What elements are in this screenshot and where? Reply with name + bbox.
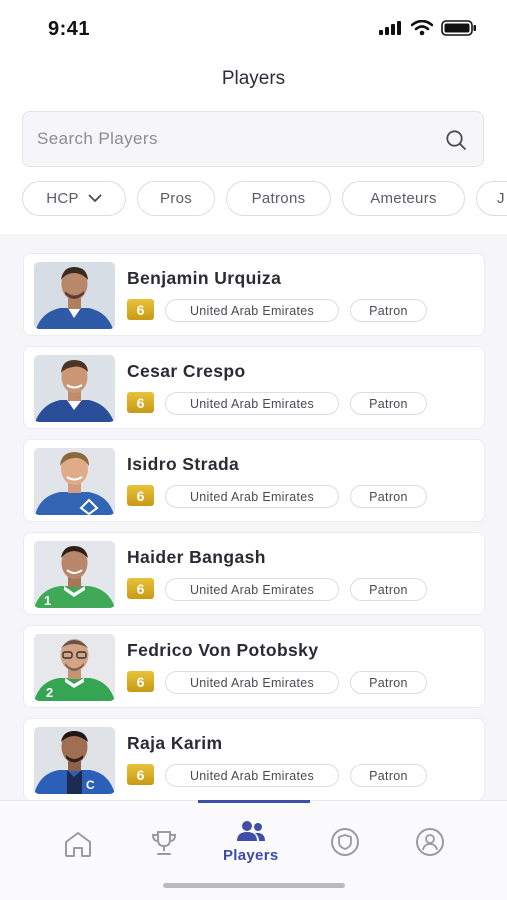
country-tag: United Arab Emirates bbox=[165, 764, 339, 787]
player-avatar bbox=[34, 448, 115, 515]
role-tag: Patron bbox=[350, 392, 427, 415]
handicap-badge: 6 bbox=[127, 671, 154, 692]
tab-home[interactable] bbox=[63, 830, 93, 858]
player-card[interactable]: Benjamin Urquiza 6 United Arab Emirates … bbox=[23, 253, 485, 336]
chip-label: Patrons bbox=[251, 190, 306, 207]
filter-chips: HCP Pros Patrons Ameteurs J bbox=[22, 181, 507, 217]
tab-profile[interactable] bbox=[414, 828, 446, 856]
search-box[interactable] bbox=[22, 111, 484, 167]
player-card[interactable]: Cesar Crespo 6 United Arab Emirates Patr… bbox=[23, 346, 485, 429]
player-name: Cesar Crespo bbox=[127, 361, 246, 381]
player-avatar: 2 bbox=[34, 634, 115, 701]
status-time: 9:41 bbox=[48, 18, 91, 40]
status-bar: 9:41 bbox=[0, 0, 507, 58]
role-tag: Patron bbox=[350, 671, 427, 694]
players-icon bbox=[236, 821, 265, 841]
player-card[interactable]: 2 Fedrico Von Potobsky 6 United Arab Emi… bbox=[23, 625, 485, 708]
player-avatar: 1 bbox=[34, 541, 115, 608]
status-icons bbox=[379, 20, 477, 36]
chip-label: Pros bbox=[159, 190, 193, 207]
wifi-icon bbox=[411, 20, 433, 36]
svg-text:1: 1 bbox=[44, 593, 51, 608]
svg-text:2: 2 bbox=[46, 685, 53, 700]
handicap-badge: 6 bbox=[127, 485, 154, 506]
player-avatar: C bbox=[34, 727, 115, 794]
handicap-badge: 6 bbox=[127, 764, 154, 785]
player-name: Isidro Strada bbox=[127, 454, 240, 474]
player-name: Fedrico Von Potobsky bbox=[127, 640, 319, 660]
handicap-badge: 6 bbox=[127, 578, 154, 599]
role-tag: Patron bbox=[350, 299, 427, 322]
tab-label: Players bbox=[223, 847, 279, 864]
role-tag: Patron bbox=[350, 578, 427, 601]
role-tag: Patron bbox=[350, 764, 427, 787]
country-tag: United Arab Emirates bbox=[165, 299, 339, 322]
player-card[interactable]: C Raja Karim 6 United Arab Emirates Patr… bbox=[23, 718, 485, 801]
player-avatar bbox=[34, 355, 115, 422]
page-title: Players bbox=[221, 68, 286, 89]
tab-teams[interactable] bbox=[329, 828, 361, 856]
tab-tournaments[interactable] bbox=[149, 829, 179, 857]
player-card[interactable]: 1 Haider Bangash 6 United Arab Emirates … bbox=[23, 532, 485, 615]
country-tag: United Arab Emirates bbox=[165, 578, 339, 601]
player-name: Haider Bangash bbox=[127, 547, 266, 567]
player-card[interactable]: Isidro Strada 6 United Arab Emirates Pat… bbox=[23, 439, 485, 522]
player-name: Raja Karim bbox=[127, 733, 223, 753]
chip-label: HCP bbox=[46, 190, 79, 207]
active-tab-indicator bbox=[198, 800, 310, 803]
search-input[interactable] bbox=[37, 112, 437, 166]
player-name: Benjamin Urquiza bbox=[127, 268, 282, 288]
filter-chip-pros[interactable]: Pros bbox=[137, 181, 215, 216]
role-tag: Patron bbox=[350, 485, 427, 508]
shield-icon bbox=[331, 828, 359, 856]
chip-label: J bbox=[497, 190, 505, 207]
trophy-icon bbox=[151, 831, 177, 855]
player-avatar bbox=[34, 262, 115, 329]
country-tag: United Arab Emirates bbox=[165, 392, 339, 415]
signal-icon bbox=[379, 21, 401, 35]
home-icon bbox=[65, 832, 91, 857]
tab-players[interactable]: Players bbox=[223, 819, 278, 864]
filter-chip-juniors[interactable]: J bbox=[476, 181, 507, 216]
handicap-badge: 6 bbox=[127, 299, 154, 320]
player-list: Benjamin Urquiza 6 United Arab Emirates … bbox=[0, 234, 507, 801]
profile-icon bbox=[416, 828, 444, 856]
chip-label: Ameteurs bbox=[370, 190, 437, 207]
country-tag: United Arab Emirates bbox=[165, 671, 339, 694]
battery-icon bbox=[441, 20, 476, 36]
country-tag: United Arab Emirates bbox=[165, 485, 339, 508]
filter-chip-hcp[interactable]: HCP bbox=[22, 181, 126, 216]
filter-chip-patrons[interactable]: Patrons bbox=[226, 181, 331, 216]
home-indicator bbox=[163, 883, 345, 888]
handicap-badge: 6 bbox=[127, 392, 154, 413]
search-icon[interactable] bbox=[445, 129, 467, 151]
svg-text:C: C bbox=[86, 778, 95, 792]
filter-chip-ameteurs[interactable]: Ameteurs bbox=[342, 181, 465, 216]
chevron-down-icon bbox=[88, 194, 102, 202]
